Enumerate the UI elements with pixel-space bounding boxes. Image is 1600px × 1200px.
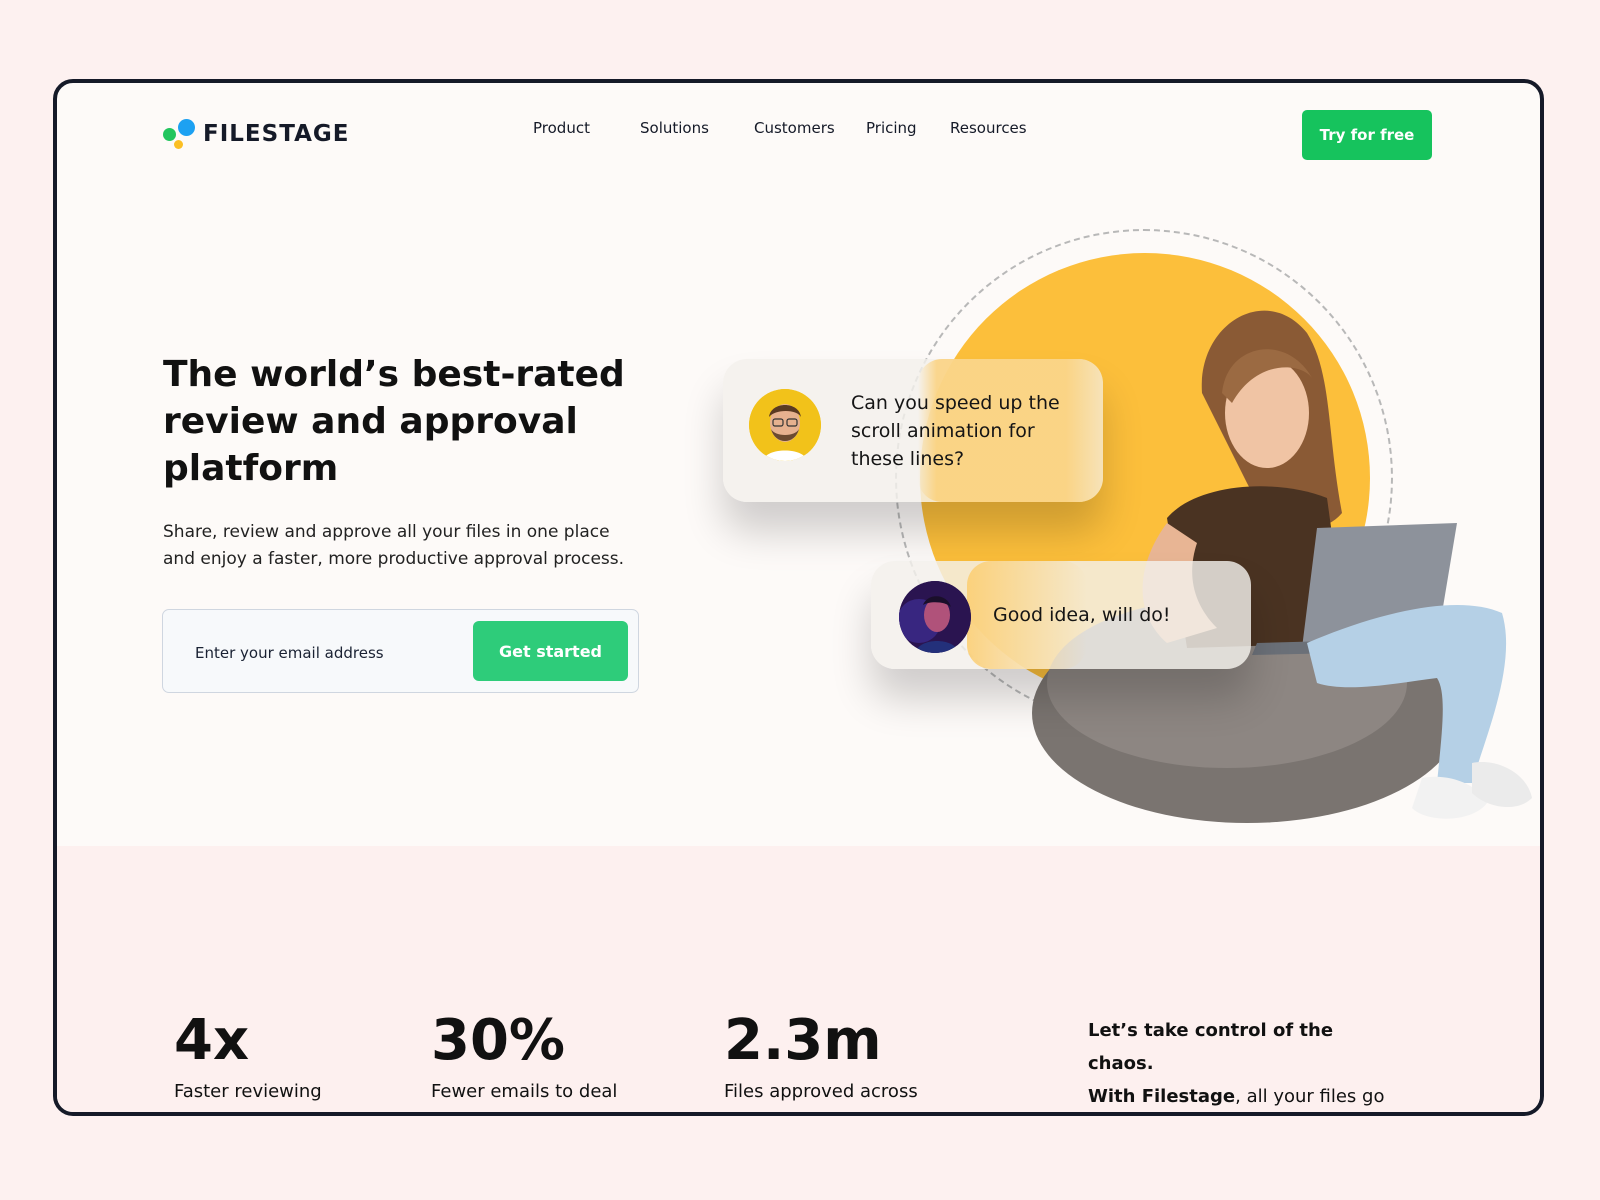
stat-value: 30% xyxy=(431,1008,566,1073)
stat-value: 4x xyxy=(174,1008,250,1073)
try-for-free-button[interactable]: Try for free xyxy=(1302,110,1432,160)
hero-subtitle: Share, review and approve all your files… xyxy=(163,522,625,569)
logo-dots-icon xyxy=(163,119,199,149)
stat-label: Faster reviewing xyxy=(174,1081,322,1102)
avatar-man-neon xyxy=(899,581,971,653)
nav-item-product[interactable]: Product xyxy=(533,119,640,137)
nav-item-pricing[interactable]: Pricing xyxy=(866,119,950,137)
hero-title: The world’s best-rated review and approv… xyxy=(163,354,625,489)
stat-files-approved: 2.3m Files approved across xyxy=(724,1008,918,1103)
nav-item-customers[interactable]: Customers xyxy=(754,119,866,137)
stat-fewer-emails: 30% Fewer emails to deal xyxy=(431,1008,618,1103)
stat-label: Fewer emails to deal xyxy=(431,1081,618,1102)
main-nav: Product Solutions Customers Pricing Reso… xyxy=(533,119,1040,137)
signup-form: Get started xyxy=(162,609,639,693)
get-started-button[interactable]: Get started xyxy=(473,621,628,681)
stats-section: 4x Faster reviewing 30% Fewer emails to … xyxy=(57,846,1540,1112)
page: FILESTAGE Product Solutions Customers Pr… xyxy=(57,83,1540,1112)
email-input[interactable] xyxy=(193,638,457,668)
chat-bubble-question: Can you speed up the scroll animation fo… xyxy=(723,359,1103,502)
stat-value: 2.3m xyxy=(724,1008,882,1073)
browser-frame: FILESTAGE Product Solutions Customers Pr… xyxy=(53,79,1544,1116)
chaos-brand: With Filestage xyxy=(1088,1086,1236,1107)
chat-message-1: Can you speed up the scroll animation fo… xyxy=(851,392,1060,470)
logo-text: FILESTAGE xyxy=(203,121,350,147)
stat-faster-reviewing: 4x Faster reviewing xyxy=(174,1008,322,1103)
logo[interactable]: FILESTAGE xyxy=(163,119,350,149)
chaos-paragraph: Let’s take control of the chaos. With Fi… xyxy=(1088,1014,1388,1112)
nav-item-solutions[interactable]: Solutions xyxy=(640,119,754,137)
nav-item-resources[interactable]: Resources xyxy=(950,119,1040,137)
chat-bubble-reply: Good idea, will do! xyxy=(871,561,1251,669)
chat-message-2: Good idea, will do! xyxy=(993,604,1171,626)
avatar-man-glasses xyxy=(749,389,821,461)
chaos-heading: Let’s take control of the chaos. xyxy=(1088,1020,1334,1074)
stat-label: Files approved across xyxy=(724,1081,918,1102)
